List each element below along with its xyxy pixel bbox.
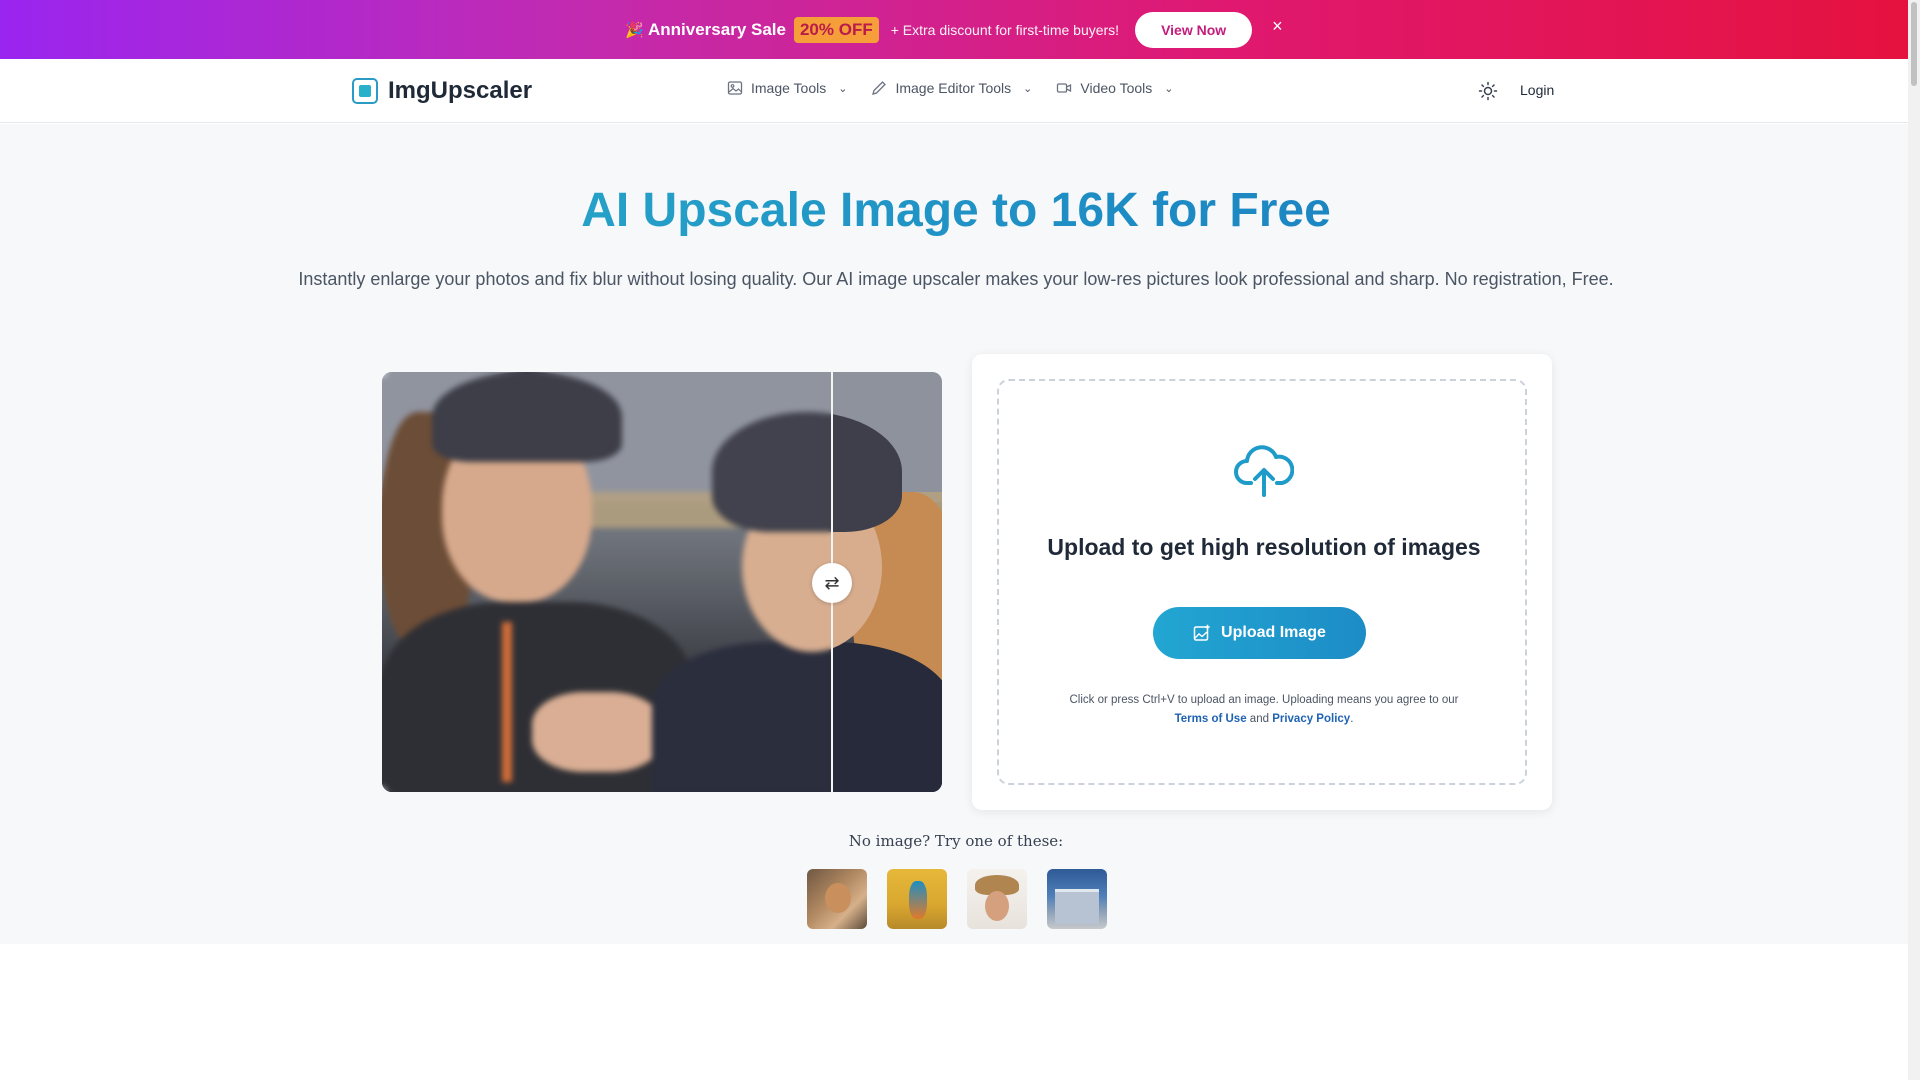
menu-image-tools-label: Image Tools: [751, 80, 827, 96]
sample-image-building[interactable]: [1047, 869, 1107, 929]
promo-extra-text: + Extra discount for first-time buyers!: [890, 21, 1120, 38]
upload-note-and: and: [1246, 713, 1273, 725]
sample-images: [807, 869, 1107, 929]
chevron-down-icon: ⌄: [1164, 82, 1174, 95]
promo-banner: 🎉 Anniversary Sale 20% OFF + Extra disco…: [0, 0, 1908, 59]
top-navigation: ImgUpscaler Image Tools ⌄ Image Editor T…: [0, 59, 1908, 123]
discount-badge: 20% OFF: [793, 16, 879, 43]
menu-video-tools-label: Video Tools: [1080, 80, 1153, 96]
before-after-comparison[interactable]: ⇄: [382, 372, 942, 792]
sale-text: Anniversary Sale: [648, 19, 786, 39]
sample-image-woman[interactable]: [967, 869, 1027, 929]
menu-image-editor-tools[interactable]: Image Editor Tools ⌄: [871, 80, 1032, 96]
login-link[interactable]: Login: [1520, 82, 1554, 98]
upload-dropzone[interactable]: Upload to get high resolution of images …: [997, 379, 1527, 785]
sun-icon[interactable]: [1478, 81, 1498, 101]
image-plus-icon: [1193, 624, 1210, 641]
menu-video-tools[interactable]: Video Tools ⌄: [1056, 80, 1173, 96]
upload-card: Upload to get high resolution of images …: [972, 354, 1552, 810]
page-scrollbar[interactable]: [1908, 0, 1920, 1080]
chevron-down-icon: ⌄: [1023, 82, 1033, 95]
upload-image-button-label: Upload Image: [1221, 624, 1326, 641]
terms-of-use-link[interactable]: Terms of Use: [1175, 713, 1247, 725]
close-icon[interactable]: ×: [1272, 16, 1283, 37]
swap-arrows-icon[interactable]: ⇄: [812, 563, 852, 603]
logo-icon: [352, 78, 378, 104]
page-title: AI Upscale Image to 16K for Free: [0, 183, 1912, 238]
upload-note-period: .: [1350, 713, 1354, 725]
scrollbar-thumb[interactable]: [1911, 2, 1917, 86]
hero-subtitle: Instantly enlarge your photos and fix bl…: [298, 269, 1614, 289]
brand-name: ImgUpscaler: [388, 77, 533, 104]
video-icon: [1057, 83, 1072, 93]
sample-images-label: No image? Try one of these:: [848, 832, 1064, 850]
party-icon: 🎉: [625, 21, 644, 39]
menu-image-tools[interactable]: Image Tools ⌄: [727, 80, 847, 96]
upload-title: Upload to get high resolution of images: [1047, 534, 1481, 560]
view-now-button[interactable]: View Now: [1135, 11, 1253, 48]
before-blur-overlay: [382, 372, 832, 792]
main-menu: Image Tools ⌄ Image Editor Tools ⌄ Video…: [727, 80, 1173, 96]
upload-note-text: Click or press Ctrl+V to upload an image…: [1069, 694, 1459, 706]
menu-image-editor-tools-label: Image Editor Tools: [895, 80, 1012, 96]
image-icon: [727, 81, 743, 95]
hero-section: AI Upscale Image to 16K for Free Instant…: [0, 124, 1908, 944]
sample-image-bird[interactable]: [887, 869, 947, 929]
sample-image-dog[interactable]: [807, 869, 867, 929]
upload-note: Click or press Ctrl+V to upload an image…: [1059, 691, 1469, 729]
sale-label: 🎉 Anniversary Sale: [625, 20, 786, 40]
chevron-down-icon: ⌄: [838, 82, 848, 95]
pencil-icon: [872, 81, 887, 95]
privacy-policy-link[interactable]: Privacy Policy: [1272, 713, 1350, 725]
upload-image-button[interactable]: Upload Image: [1153, 607, 1366, 659]
cloud-upload-icon: [1234, 445, 1294, 497]
brand-logo[interactable]: ImgUpscaler: [352, 77, 532, 105]
